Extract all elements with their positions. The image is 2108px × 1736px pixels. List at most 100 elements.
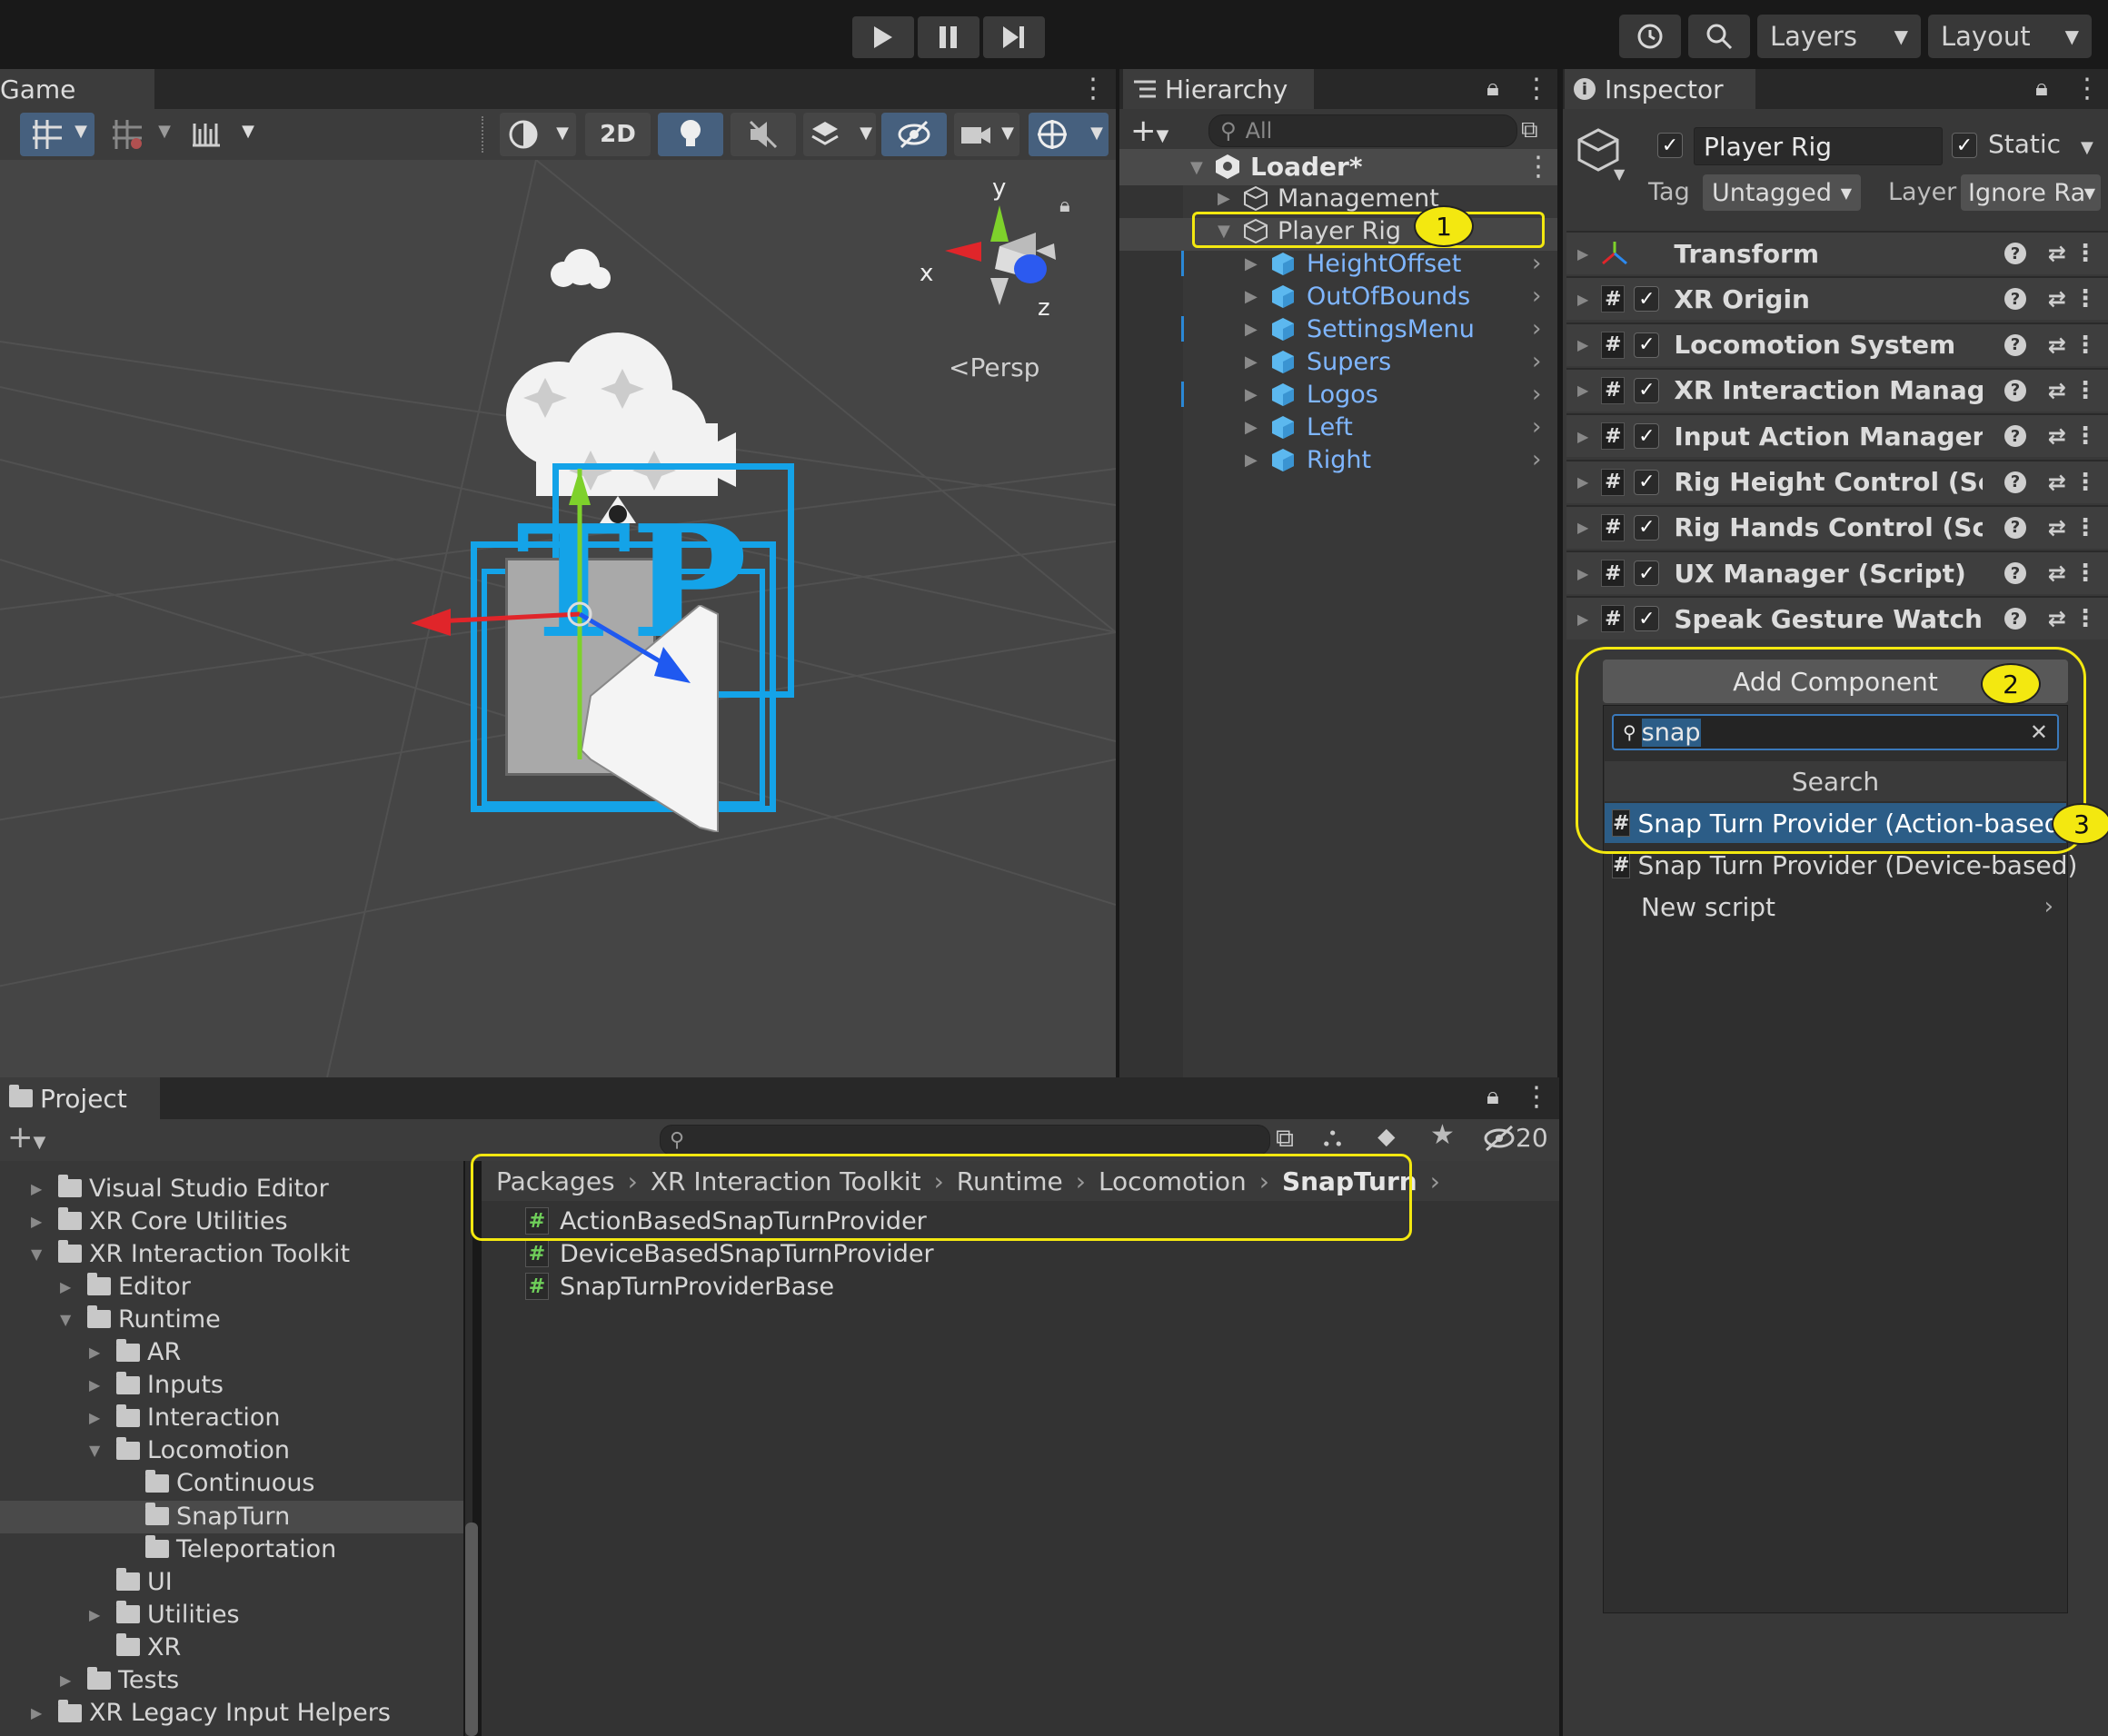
component-header[interactable]: ▶ # ✓ UX Manager (Script)? ⇄ ⋮	[1566, 551, 2108, 595]
component-menu-icon[interactable]: ⋮	[2073, 285, 2097, 312]
component-header[interactable]: ▶ # ✓ XR Interaction Manager? ⇄ ⋮	[1566, 367, 2108, 412]
tab-project[interactable]: Project	[0, 1077, 160, 1119]
script-file-item[interactable]: # DeviceBasedSnapTurnProvider	[525, 1237, 934, 1270]
component-menu-icon[interactable]: ⋮	[2073, 377, 2097, 404]
folder-tree-item[interactable]: ▶ AR	[89, 1336, 181, 1369]
folder-tree-item[interactable]: Teleportation	[118, 1533, 336, 1565]
component-menu-icon[interactable]: ⋮	[2073, 560, 2097, 587]
search-scope-icon[interactable]: ⧉	[1276, 1123, 1294, 1154]
static-checkbox[interactable]: ✓	[1952, 133, 1977, 158]
chevron-right-icon[interactable]: ›	[1532, 250, 1541, 277]
hierarchy-child-item[interactable]: ▶ Logos ›	[1119, 378, 1556, 411]
chevron-down-icon[interactable]: ▼	[2081, 138, 2093, 157]
layers-dropdown[interactable]: Layers ▼	[1757, 15, 1921, 58]
presets-sliders-icon[interactable]: ⇄	[2048, 606, 2066, 631]
presets-sliders-icon[interactable]: ⇄	[2048, 515, 2066, 541]
camera-tool[interactable]: ▼	[954, 113, 1019, 156]
project-menu-icon[interactable]: ⋮	[1523, 1081, 1550, 1113]
lock-icon[interactable]: 🔒︎	[2035, 74, 2048, 103]
inspector-menu-icon[interactable]: ⋮	[2073, 73, 2101, 104]
hierarchy-child-item[interactable]: ▶ OutOfBounds ›	[1119, 280, 1556, 312]
tab-hierarchy[interactable]: Hierarchy	[1123, 69, 1314, 109]
component-enabled-checkbox[interactable]: ✓	[1634, 560, 1660, 587]
hierarchy-child-item[interactable]: ▶ Supers ›	[1119, 345, 1556, 378]
folder-tree-item[interactable]: SnapTurn	[118, 1500, 290, 1533]
help-icon[interactable]: ?	[2004, 471, 2026, 493]
lighting-toggle[interactable]	[658, 113, 723, 156]
scene-visibility-icon[interactable]: ⧉	[1521, 116, 1538, 144]
folder-tree-item[interactable]: ▶ Tests	[60, 1664, 179, 1697]
component-enabled-checkbox[interactable]: ✓	[1634, 514, 1660, 541]
component-header[interactable]: ▶ # ✓ Speak Gesture Watcher? ⇄ ⋮	[1566, 596, 2108, 640]
component-header[interactable]: ▶ # ✓ XR Origin? ⇄ ⋮	[1566, 276, 2108, 321]
presets-sliders-icon[interactable]: ⇄	[2048, 332, 2066, 358]
hierarchy-item-management[interactable]: ▶ Management	[1119, 182, 1556, 214]
create-asset-button[interactable]: +▼	[7, 1119, 45, 1156]
component-header[interactable]: ▶ # ✓ Input Action Manager? ⇄ ⋮	[1566, 413, 2108, 458]
scene-viewport[interactable]: TP y x z 🔒︎ <Persp	[0, 160, 1116, 1077]
hidden-packages-toggle[interactable]: 20	[1483, 1123, 1548, 1153]
chevron-right-icon[interactable]: ›	[1532, 381, 1541, 408]
hierarchy-search-input[interactable]: ⚲ All	[1208, 114, 1517, 147]
layer-dropdown[interactable]: Ignore Ra ▼	[1961, 174, 2101, 211]
hierarchy-child-item[interactable]: ▶ Right ›	[1119, 443, 1556, 476]
script-file-item[interactable]: # SnapTurnProviderBase	[525, 1270, 834, 1303]
presets-sliders-icon[interactable]: ⇄	[2048, 378, 2066, 403]
scene-menu-icon[interactable]: ⋮	[1525, 151, 1552, 183]
folder-tree-item[interactable]: UI	[89, 1565, 173, 1598]
object-name-field[interactable]: Player Rig	[1694, 127, 1943, 165]
grid-snap-tool[interactable]: ▼	[20, 113, 94, 156]
history-button[interactable]	[1619, 15, 1681, 58]
help-icon[interactable]: ?	[2004, 516, 2026, 539]
help-icon[interactable]: ?	[2004, 243, 2026, 264]
component-menu-icon[interactable]: ⋮	[2073, 240, 2097, 267]
help-icon[interactable]: ?	[2004, 562, 2026, 585]
add-object-button[interactable]: +▼	[1130, 113, 1168, 149]
hierarchy-menu-icon[interactable]: ⋮	[1523, 73, 1550, 104]
tag-dropdown[interactable]: Untagged ▼	[1703, 174, 1861, 211]
play-button[interactable]	[852, 16, 914, 58]
component-enabled-checkbox[interactable]: ✓	[1634, 286, 1660, 312]
visibility-toggle[interactable]	[881, 113, 947, 156]
folder-tree-item[interactable]: ▼ Runtime	[60, 1303, 221, 1335]
new-script-item[interactable]: New script ›	[1605, 887, 2066, 927]
step-button[interactable]	[983, 16, 1045, 58]
presets-sliders-icon[interactable]: ⇄	[2048, 241, 2066, 266]
gizmos-tool[interactable]: ▼	[1029, 113, 1109, 156]
filter-type-icon[interactable]: ⛬	[1323, 1121, 1342, 1153]
component-enabled-checkbox[interactable]: ✓	[1634, 469, 1660, 495]
lock-icon[interactable]: 🔒︎	[1487, 74, 1499, 103]
component-menu-icon[interactable]: ⋮	[2073, 514, 2097, 541]
chevron-right-icon[interactable]: ›	[1532, 413, 1541, 441]
folder-tree-item[interactable]: ▼ Locomotion	[89, 1434, 290, 1467]
folder-tree-item[interactable]: ▼ XR Interaction Toolkit	[31, 1237, 350, 1270]
chevron-right-icon[interactable]: ›	[1532, 315, 1541, 342]
help-icon[interactable]: ?	[2004, 288, 2026, 311]
component-menu-icon[interactable]: ⋮	[2073, 332, 2097, 359]
persp-toggle[interactable]: <Persp	[949, 352, 1039, 382]
active-checkbox[interactable]: ✓	[1657, 133, 1683, 158]
folder-tree-item[interactable]: ▶ Interaction	[89, 1402, 280, 1434]
scene-row[interactable]: ▼ Loader* ⋮	[1119, 149, 1557, 185]
component-enabled-checkbox[interactable]: ✓	[1634, 606, 1660, 632]
component-header[interactable]: ▶ # ✓ Rig Hands Control (Scrip? ⇄ ⋮	[1566, 504, 2108, 549]
effects-tool[interactable]: ▼	[803, 113, 876, 156]
folder-tree-item[interactable]: ▶ Utilities	[89, 1598, 240, 1631]
lock-icon[interactable]: 🔒︎	[1487, 1083, 1499, 1111]
folder-tree-item[interactable]: ▶ XR Core Utilities	[31, 1205, 288, 1237]
folder-tree-item[interactable]: Continuous	[118, 1467, 315, 1500]
chevron-right-icon[interactable]: ›	[1532, 348, 1541, 375]
audio-toggle[interactable]	[731, 113, 796, 156]
game-menu-icon[interactable]: ⋮	[1079, 73, 1107, 104]
component-enabled-checkbox[interactable]: ✓	[1634, 332, 1660, 358]
chevron-right-icon[interactable]: ›	[1532, 446, 1541, 473]
layout-dropdown[interactable]: Layout ▼	[1928, 15, 2092, 58]
ruler-tool[interactable]: ▼	[185, 113, 258, 156]
pause-button[interactable]	[918, 16, 979, 58]
help-icon[interactable]: ?	[2004, 333, 2026, 356]
hierarchy-child-item[interactable]: ▶ SettingsMenu ›	[1119, 312, 1556, 345]
tree-scrollbar-thumb[interactable]	[465, 1523, 478, 1736]
component-menu-icon[interactable]: ⋮	[2073, 469, 2097, 496]
presets-sliders-icon[interactable]: ⇄	[2048, 470, 2066, 495]
folder-tree-item[interactable]: ▶ Editor	[60, 1270, 191, 1303]
